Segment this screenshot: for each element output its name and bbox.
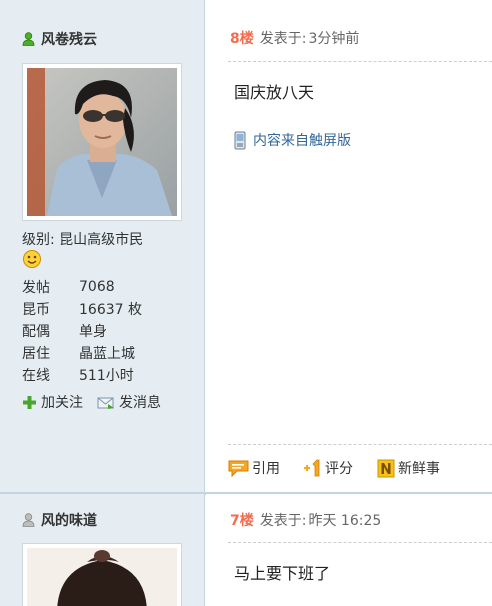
mobile-phone-icon — [234, 131, 246, 149]
avatar-image[interactable] — [27, 68, 177, 216]
stat-label: 配偶 — [22, 324, 50, 340]
author-sidebar: 风卷残云 级别: 昆山高级市民 发帖 7068 昆币 16637 枚 配偶 单身… — [0, 0, 205, 494]
news-button[interactable]: 新鲜事 — [377, 458, 440, 478]
post-7: 风的味道 7楼 发表于: 昨天 16:25 马上要下班了 — [0, 494, 492, 606]
send-message-button[interactable]: 发消息 — [97, 392, 161, 412]
author-name[interactable]: 风的味道 — [41, 510, 97, 530]
offline-user-icon — [22, 513, 35, 527]
meta-divider — [228, 61, 492, 62]
author-name-row[interactable]: 风卷残云 — [22, 29, 97, 49]
rate-button[interactable]: 评分 — [302, 458, 353, 478]
stat-spouse: 配偶 单身 — [22, 320, 142, 342]
post-meta: 7楼 发表于: 昨天 16:25 — [230, 510, 381, 530]
quote-icon — [228, 460, 249, 477]
stat-label: 发帖 — [22, 280, 50, 296]
avatar-photo — [27, 548, 177, 606]
source-link[interactable]: 内容来自触屏版 — [234, 130, 351, 150]
source-label[interactable]: 内容来自触屏版 — [253, 130, 351, 150]
stat-label: 昆币 — [22, 302, 50, 318]
floor-number[interactable]: 7楼 — [230, 510, 254, 530]
stat-value: 7068 — [79, 279, 115, 295]
stat-coins: 昆币 16637 枚 — [22, 298, 142, 320]
post-content: 国庆放八天 — [234, 83, 315, 102]
stat-label: 居住 — [22, 346, 50, 362]
post-main: 8楼 发表于: 3分钟前 国庆放八天 内容来自触屏版 引用 评分 新鲜事 — [206, 0, 492, 494]
posted-label: 发表于: — [259, 31, 307, 47]
posted-time: 3分钟前 — [308, 31, 360, 47]
plus-one-icon — [304, 459, 320, 477]
author-stats: 发帖 7068 昆币 16637 枚 配偶 单身 居住 晶蓝上城 在线 511小… — [22, 276, 142, 386]
stat-residence: 居住 晶蓝上城 — [22, 342, 142, 364]
post-8: 风卷残云 级别: 昆山高级市民 发帖 7068 昆币 16637 枚 配偶 单身… — [0, 0, 492, 494]
post-main: 7楼 发表于: 昨天 16:25 马上要下班了 — [206, 494, 492, 606]
quote-label[interactable]: 引用 — [252, 458, 280, 478]
level-value: 昆山高级市民 — [59, 232, 144, 248]
rate-label[interactable]: 评分 — [325, 458, 353, 478]
author-name[interactable]: 风卷残云 — [41, 29, 97, 49]
stat-posts: 发帖 7068 — [22, 276, 142, 298]
stat-value: 单身 — [79, 324, 107, 340]
meta-divider — [228, 542, 492, 543]
posted-time: 昨天 16:25 — [308, 513, 382, 529]
actions-divider — [228, 444, 492, 445]
stat-value: 16637 枚 — [79, 302, 142, 318]
floor-number[interactable]: 8楼 — [230, 28, 254, 48]
plus-icon — [23, 395, 36, 409]
news-label[interactable]: 新鲜事 — [398, 458, 440, 478]
post-meta: 8楼 发表于: 3分钟前 — [230, 28, 359, 48]
post-content: 马上要下班了 — [234, 564, 331, 583]
online-user-icon — [22, 32, 35, 46]
avatar[interactable] — [22, 63, 182, 221]
posted-label: 发表于: — [259, 513, 307, 529]
level-label: 级别: — [22, 232, 55, 248]
author-sidebar: 风的味道 — [0, 494, 205, 606]
author-level: 级别: 昆山高级市民 — [22, 229, 143, 249]
quote-button[interactable]: 引用 — [228, 458, 280, 478]
stat-label: 在线 — [22, 368, 50, 384]
stat-value: 晶蓝上城 — [79, 346, 135, 362]
stat-online: 在线 511小时 — [22, 364, 142, 386]
follow-button[interactable]: 加关注 — [22, 392, 83, 412]
post-actions: 引用 评分 新鲜事 — [228, 458, 440, 478]
follow-label[interactable]: 加关注 — [41, 392, 83, 412]
avatar-image[interactable] — [27, 548, 177, 606]
author-name-row[interactable]: 风的味道 — [22, 510, 97, 530]
send-message-label[interactable]: 发消息 — [119, 392, 161, 412]
smiley-icon — [23, 250, 41, 268]
avatar[interactable] — [22, 543, 182, 606]
author-actions: 加关注 发消息 — [22, 392, 161, 412]
avatar-photo — [27, 68, 177, 216]
envelope-icon — [97, 397, 114, 409]
stat-value: 511小时 — [79, 368, 134, 384]
news-icon — [377, 459, 395, 477]
